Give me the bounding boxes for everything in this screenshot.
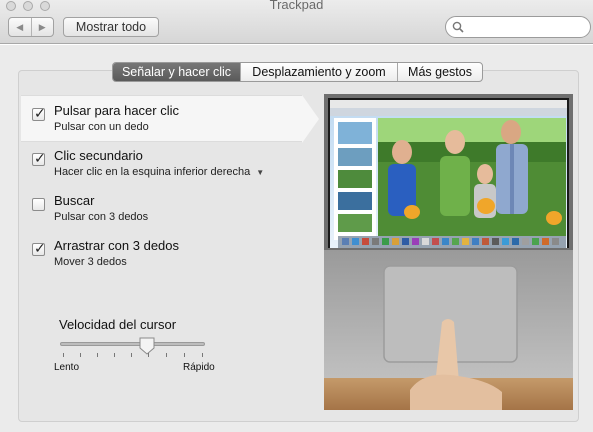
slider-tick <box>202 353 203 357</box>
slider-max-label: Rápido <box>183 362 215 373</box>
back-forward-control: ◀ ▶ <box>8 17 54 37</box>
search-field[interactable] <box>445 16 591 38</box>
cursor-speed-slider-track[interactable] <box>60 342 205 346</box>
title-bar: Trackpad ◀ ▶ Mostrar todo <box>0 0 593 44</box>
option-title: Pulsar para hacer clic <box>54 103 179 118</box>
secondary-click-dropdown[interactable]: Hacer clic en la esquina inferior derech… <box>54 166 264 178</box>
slider-tick <box>131 353 132 357</box>
chevron-right-icon: ▶ <box>38 21 46 32</box>
option-subtitle: Mover 3 dedos <box>54 256 127 268</box>
three-finger-drag-checkbox[interactable]: ✓ <box>32 240 46 256</box>
slider-tick <box>114 353 115 357</box>
window-title: Trackpad <box>269 0 324 12</box>
checkmark-icon: ✓ <box>34 105 46 121</box>
slider-tick <box>166 353 167 357</box>
cursor-speed-label: Velocidad del cursor <box>59 317 177 332</box>
search-icon <box>452 21 464 33</box>
slider-min-label: Lento <box>54 362 80 373</box>
tab-bar: Señalar y hacer clic Desplazamiento y zo… <box>112 62 483 82</box>
option-title: Arrastrar con 3 dedos <box>54 238 180 253</box>
slider-tick <box>63 353 64 357</box>
chevron-left-icon: ◀ <box>16 21 24 32</box>
tab-scroll-and-zoom[interactable]: Desplazamiento y zoom <box>240 63 397 81</box>
slider-tick <box>148 353 149 357</box>
checkmark-icon: ✓ <box>34 240 46 256</box>
slider-tick <box>80 353 81 357</box>
tab-more-gestures[interactable]: Más gestos <box>397 63 482 81</box>
slider-tick <box>184 353 185 357</box>
search-input[interactable] <box>468 19 586 35</box>
back-button[interactable]: ◀ <box>9 18 31 36</box>
slider-tick <box>97 353 98 357</box>
option-subtitle: Pulsar con 3 dedos <box>54 211 149 223</box>
forward-button[interactable]: ▶ <box>30 18 54 36</box>
cursor-speed-slider-thumb[interactable] <box>139 337 155 355</box>
option-subtitle: Hacer clic en la esquina inferior derech… <box>54 166 251 178</box>
option-title: Buscar <box>54 193 95 208</box>
gesture-preview-video <box>324 94 573 410</box>
preview-illustration <box>324 94 573 410</box>
checkmark-icon: ✓ <box>34 150 46 166</box>
show-all-button[interactable]: Mostrar todo <box>63 17 159 37</box>
dropdown-arrow-icon: ▼ <box>256 168 265 177</box>
option-title: Clic secundario <box>54 148 143 163</box>
tab-point-and-click[interactable]: Señalar y hacer clic <box>113 63 240 81</box>
selected-option-pointer <box>302 95 319 143</box>
look-up-checkbox[interactable] <box>32 198 45 211</box>
secondary-click-checkbox[interactable]: ✓ <box>32 150 46 166</box>
tap-to-click-checkbox[interactable]: ✓ <box>32 105 46 121</box>
option-subtitle: Pulsar con un dedo <box>54 121 149 133</box>
